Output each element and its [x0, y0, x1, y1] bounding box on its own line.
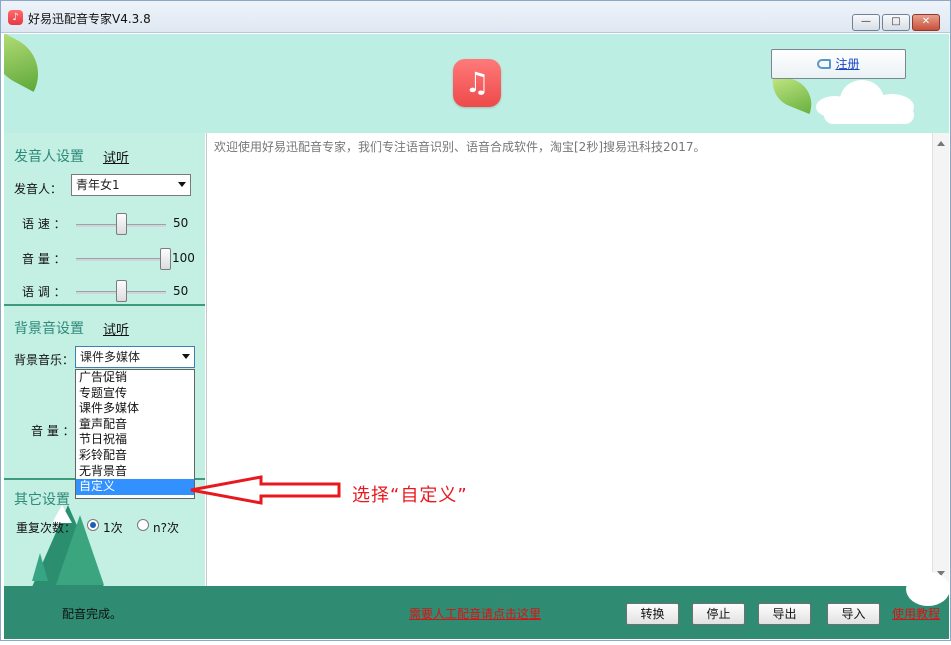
annotation-text: 选择“自定义”: [352, 485, 468, 506]
pitch-slider-thumb[interactable]: [116, 280, 127, 302]
leaf-decoration: [4, 34, 52, 92]
bg-listen-link[interactable]: 试听: [103, 319, 129, 338]
key-icon: [817, 59, 832, 69]
volume-slider-track[interactable]: [76, 258, 166, 261]
speaker-value: 青年女1: [76, 178, 120, 192]
text-editor[interactable]: 欢迎使用好易迅配音专家，我们专注语音识别、语音合成软件，淘宝[2秒]搜易迅科技2…: [206, 133, 949, 586]
register-button[interactable]: 注册: [771, 49, 906, 79]
dropdown-option-custom[interactable]: 自定义: [76, 479, 194, 495]
voice-settings-title: 发音人设置: [14, 149, 84, 165]
bg-music-dropdown: 广告促销 专题宣传 课件多媒体 童声配音 节日祝福 彩铃配音 无背景音 自定义: [75, 369, 195, 499]
speed-label: 语 速 ：: [22, 217, 66, 231]
close-button[interactable]: ✕: [912, 14, 940, 31]
minimize-button[interactable]: —: [852, 14, 880, 31]
volume-value: 100: [172, 251, 195, 265]
pitch-value: 50: [173, 284, 189, 298]
bg-settings-title: 背景音设置: [14, 321, 84, 337]
dropdown-option[interactable]: 童声配音: [76, 417, 194, 433]
manual-service-link[interactable]: 需要人工配音请点击这里: [409, 605, 541, 622]
cloud-decoration: [824, 106, 914, 124]
dropdown-option[interactable]: 专题宣传: [76, 386, 194, 402]
tutorial-link[interactable]: 使用教程: [892, 605, 940, 622]
repeat-n-label: n?次: [153, 521, 179, 535]
window-title: 好易迅配音专家V4.3.8: [28, 12, 151, 26]
scroll-up-icon[interactable]: [937, 141, 945, 146]
speaker-label: 发音人：: [14, 182, 63, 196]
dropdown-option[interactable]: 节日祝福: [76, 432, 194, 448]
dropdown-option[interactable]: 无背景音: [76, 464, 194, 480]
editor-text: 欢迎使用好易迅配音专家，我们专注语音识别、语音合成软件，淘宝[2秒]搜易迅科技2…: [214, 140, 706, 154]
chevron-down-icon: [182, 354, 190, 359]
vertical-scrollbar[interactable]: [932, 133, 949, 586]
export-button[interactable]: 导出: [758, 603, 811, 625]
repeat-once-label: 1次: [103, 521, 123, 535]
bg-music-label: 背景音乐：: [14, 353, 75, 367]
repeat-once-radio[interactable]: [87, 519, 99, 531]
annotation-arrow-icon: [190, 475, 341, 505]
settings-panel: 发音人设置 试听 发音人： 青年女1 语 速 ： 50 音 量 ： 100 语 …: [4, 133, 205, 586]
dropdown-option[interactable]: 广告促销: [76, 370, 194, 386]
dropdown-option[interactable]: 课件多媒体: [76, 401, 194, 417]
volume-label: 音 量 ：: [22, 252, 66, 266]
bg-volume-label: 音 量 ：: [31, 424, 75, 438]
music-note-icon: ♫: [453, 59, 501, 107]
status-text: 配音完成。: [62, 607, 123, 621]
convert-button[interactable]: 转换: [626, 603, 679, 625]
section-divider: [4, 304, 205, 306]
chevron-down-icon: [178, 182, 186, 187]
register-label: 注册: [835, 57, 860, 71]
tree-decoration: [32, 553, 48, 581]
bg-music-select[interactable]: 课件多媒体: [75, 346, 195, 368]
speed-value: 50: [173, 216, 189, 230]
title-bar: ♪ 好易迅配音专家V4.3.8 — □ ✕: [1, 1, 950, 33]
bg-music-value: 课件多媒体: [80, 350, 141, 364]
dropdown-option[interactable]: 彩铃配音: [76, 448, 194, 464]
cloud-decoration: [906, 572, 950, 606]
maximize-button[interactable]: □: [882, 14, 910, 31]
speed-slider-thumb[interactable]: [116, 213, 127, 235]
app-icon: ♪: [8, 10, 23, 25]
voice-listen-link[interactable]: 试听: [103, 147, 129, 166]
volume-slider-thumb[interactable]: [160, 248, 171, 270]
app-window: ♪ 好易迅配音专家V4.3.8 — □ ✕ ♫ 注册 发音人设置 试听 发音人：…: [0, 0, 951, 641]
import-button[interactable]: 导入: [827, 603, 880, 625]
repeat-n-radio[interactable]: [137, 519, 149, 531]
stop-button[interactable]: 停止: [692, 603, 745, 625]
bottom-bar: 配音完成。 需要人工配音请点击这里 转换 停止 导出 导入 使用教程: [4, 572, 950, 639]
header-banner: ♫ 注册: [4, 34, 949, 133]
repeat-label: 重复次数：: [16, 521, 77, 535]
speaker-select[interactable]: 青年女1: [71, 174, 191, 196]
pitch-label: 语 调 ：: [22, 285, 66, 299]
